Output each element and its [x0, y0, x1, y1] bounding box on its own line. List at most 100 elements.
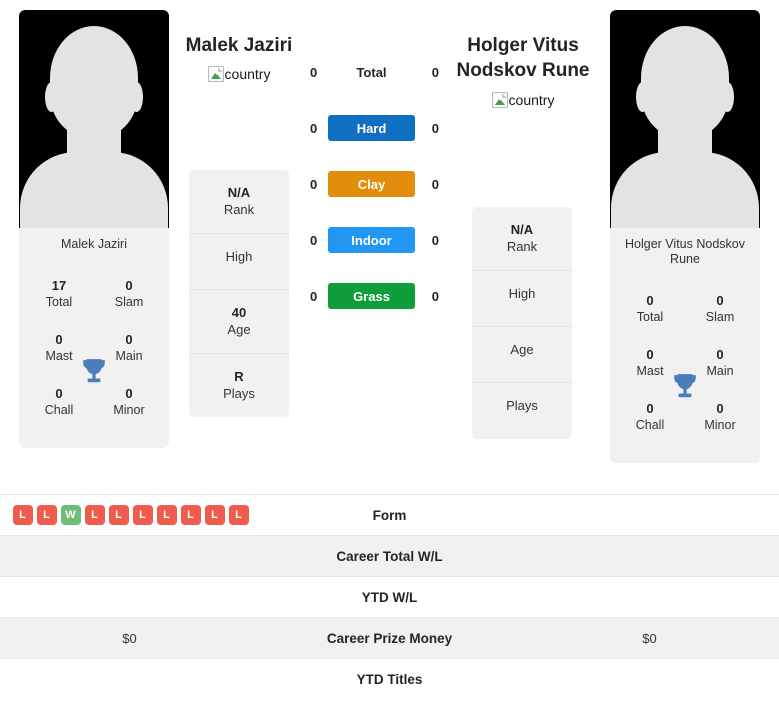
info-high-right: High: [472, 271, 572, 327]
player-photo-caption-left: Malek Jaziri: [61, 237, 127, 251]
info-high-left: High: [189, 234, 289, 290]
info-value: N/A: [510, 222, 534, 237]
form-badge-loss: L: [84, 505, 105, 525]
surface-right-value: 0: [431, 65, 439, 80]
row-form: LLWLLLLLLL Form: [0, 494, 779, 535]
stat-label: Mast: [45, 349, 73, 363]
surface-label-grass: Grass: [328, 283, 415, 309]
stat-label: Slam: [114, 295, 144, 309]
info-column-right: N/A Rank High Age Plays: [472, 207, 572, 439]
country-flag-right: country: [455, 92, 591, 108]
stat-value: 0: [646, 347, 654, 362]
titles-grid-right: 0 Total 0 Slam 0 Mast 0 Main 0 Chall 0 M…: [610, 277, 760, 463]
titles-masters-right: 0 Mast: [622, 347, 678, 379]
player-name-left: Malek Jaziri: [185, 35, 293, 56]
avatar-ear-left: [45, 82, 58, 112]
form-badge-loss: L: [156, 505, 177, 525]
info-label: Age: [227, 322, 251, 337]
surface-left-value: 0: [310, 289, 318, 304]
form-badge-loss: L: [228, 505, 249, 525]
info-label: Rank: [223, 202, 255, 217]
info-column-left: N/A Rank High 40 Age R Plays: [189, 170, 289, 417]
titles-slam-right: 0 Slam: [692, 293, 748, 325]
info-value: R: [234, 369, 244, 384]
avatar-shoulders: [20, 152, 168, 228]
titles-minor-right: 0 Minor: [692, 401, 748, 433]
row-label: Career Prize Money: [326, 630, 453, 646]
surface-right-value: 0: [431, 121, 439, 136]
form-badges-left: LLWLLLLLLL: [11, 505, 249, 525]
info-label: Plays: [506, 398, 538, 413]
titles-grid-left: 17 Total 0 Slam 0 Mast 0 Main 0 Chall 0 …: [19, 262, 169, 448]
surface-right-value: 0: [431, 233, 439, 248]
stat-value: 0: [55, 386, 63, 401]
surface-label-clay: Clay: [328, 171, 415, 197]
form-badge-loss: L: [12, 505, 33, 525]
info-plays-right: Plays: [472, 383, 572, 439]
stat-value: 0: [716, 347, 724, 362]
form-badge-loss: L: [204, 505, 225, 525]
titles-row: 17 Total 0 Slam: [29, 268, 159, 322]
row-label: YTD Titles: [356, 671, 423, 687]
surface-right-value: 0: [431, 177, 439, 192]
stat-label: Total: [636, 310, 664, 324]
info-value: N/A: [227, 185, 251, 200]
stat-value: 0: [55, 332, 63, 347]
row-career-prize-money: $0 Career Prize Money $0: [0, 617, 779, 658]
surface-row-clay: 0 Clay 0: [300, 170, 448, 226]
info-label: High: [508, 286, 536, 301]
titles-main-right: 0 Main: [692, 347, 748, 379]
surface-row-hard: 0 Hard 0: [300, 114, 448, 170]
surface-row-grass: 0 Grass 0: [300, 282, 448, 338]
avatar-shoulders: [611, 152, 759, 228]
stat-value: 0: [646, 293, 654, 308]
top-comparison-area: Malek Jaziri 17 Total 0 Slam 0 Mast 0 Ma…: [0, 0, 779, 494]
trophy-icon: [83, 359, 105, 383]
info-rank-left: N/A Rank: [189, 170, 289, 234]
player-name-right: Holger Vitus Nodskov Rune: [456, 35, 590, 81]
row-label: YTD W/L: [361, 589, 418, 605]
stat-label: Slam: [705, 310, 735, 324]
info-value: 40: [231, 305, 247, 320]
form-badge-win: W: [60, 505, 81, 525]
surface-left-value: 0: [310, 177, 318, 192]
form-badge-loss: L: [132, 505, 153, 525]
player-card-left[interactable]: Malek Jaziri 17 Total 0 Slam 0 Mast 0 Ma…: [19, 10, 169, 448]
trophy-icon: [674, 374, 696, 398]
form-badge-loss: L: [108, 505, 129, 525]
row-label: Career Total W/L: [336, 548, 443, 564]
player-photo-left: [19, 10, 169, 228]
info-label: High: [225, 249, 253, 264]
country-alt-text: country: [224, 66, 271, 82]
surface-left-value: 0: [310, 233, 318, 248]
surface-label-indoor: Indoor: [328, 227, 415, 253]
row-career-total-wl: Career Total W/L: [0, 535, 779, 576]
comparison-rows: LLWLLLLLLL Form Career Total W/L YTD W/L…: [0, 494, 779, 699]
stat-label: Chall: [44, 403, 74, 417]
surface-row-indoor: 0 Indoor 0: [300, 226, 448, 282]
info-age-right: Age: [472, 327, 572, 383]
avatar-ear-right: [721, 82, 734, 112]
value-left: $0: [122, 630, 137, 646]
row-ytd-titles: YTD Titles: [0, 658, 779, 699]
info-label: Plays: [223, 386, 255, 401]
info-age-left: 40 Age: [189, 290, 289, 354]
titles-challenger-left: 0 Chall: [31, 386, 87, 418]
player-card-right[interactable]: Holger Vitus Nodskov Rune 0 Total 0 Slam…: [610, 10, 760, 463]
form-badge-loss: L: [36, 505, 57, 525]
surface-left-value: 0: [310, 65, 318, 80]
titles-main-left: 0 Main: [101, 332, 157, 364]
avatar-ear-left: [636, 82, 649, 112]
surface-right-value: 0: [431, 289, 439, 304]
info-rank-right: N/A Rank: [472, 207, 572, 271]
info-label: Age: [510, 342, 534, 357]
value-right: $0: [642, 630, 657, 646]
surface-label-total: Total: [356, 64, 387, 80]
stat-value: 0: [716, 293, 724, 308]
form-left: LLWLLLLLLL: [0, 505, 259, 525]
stat-value: 0: [125, 332, 133, 347]
broken-image-icon: [491, 92, 508, 108]
stat-value: 0: [646, 401, 654, 416]
row-label: Form: [372, 507, 407, 523]
stat-value: 17: [51, 278, 67, 293]
